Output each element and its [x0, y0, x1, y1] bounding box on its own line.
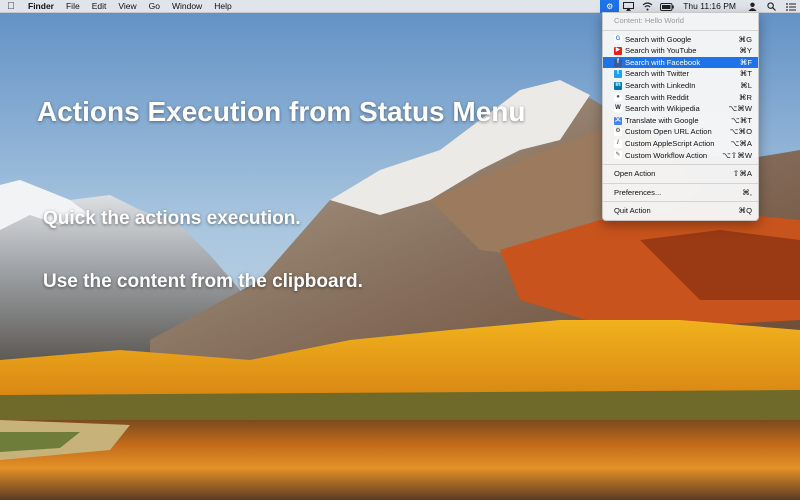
wikipedia-icon: W	[614, 104, 622, 113]
menu-window[interactable]: Window	[166, 0, 208, 13]
menu-file[interactable]: File	[60, 0, 86, 13]
clipboard-content-label: Content: Hello World	[614, 16, 684, 25]
menu-item-label: Search with YouTube	[625, 46, 697, 56]
menu-item-shortcut: ⌥⌘W	[728, 104, 752, 114]
menu-item-shortcut: ⌥⌘A	[730, 138, 752, 148]
applescript-icon: /	[614, 139, 622, 148]
menu-item-applescript[interactable]: / Custom AppleScript Action ⌥⌘A	[603, 138, 758, 150]
menu-item-shortcut: ⌘L	[740, 80, 752, 90]
linkedin-icon: in	[614, 81, 622, 90]
headline: Actions Execution from Status Menu	[37, 96, 526, 127]
menu-item-label: Custom AppleScript Action	[625, 138, 715, 148]
menu-finder[interactable]: Finder	[22, 0, 60, 13]
menu-item-facebook[interactable]: f Search with Facebook ⌘F	[603, 56, 758, 69]
menu-separator	[603, 29, 758, 31]
apple-icon[interactable]: 	[0, 0, 22, 13]
preferences-item[interactable]: Preferences... ⌘,	[603, 187, 758, 199]
open-action-item[interactable]: Open Action ⇧⌘A	[603, 168, 758, 180]
menu-item-shortcut: ⌘Y	[739, 46, 752, 56]
menu-item-shortcut: ⌘G	[738, 34, 752, 44]
action-list: G Search with Google ⌘G ▶ Search with YouTub…	[603, 34, 758, 162]
menu-item-twitter[interactable]: t Search with Twitter ⌘T	[603, 68, 758, 80]
menu-item-shortcut: ⌘F	[739, 57, 752, 67]
menu-item-automator[interactable]: ✎ Custom Workflow Action ⌥⇧⌘W	[603, 150, 758, 162]
menu-item-youtube[interactable]: ▶ Search with YouTube ⌘Y	[603, 45, 758, 57]
menu-item-gear[interactable]: ⚙ Custom Open URL Action ⌥⌘O	[603, 126, 758, 138]
menu-separator	[603, 201, 758, 203]
menu-go[interactable]: Go	[143, 0, 166, 13]
menu-view[interactable]: View	[112, 0, 142, 13]
menu-item-linkedin[interactable]: in Search with LinkedIn ⌘L	[603, 80, 758, 92]
menu-item-shortcut: ⌘T	[739, 69, 752, 79]
menu-item-label: Search with LinkedIn	[625, 80, 696, 90]
menu-item-google[interactable]: G Search with Google ⌘G	[603, 34, 758, 46]
menu-separator	[603, 182, 758, 184]
google-icon: G	[614, 35, 622, 44]
menu-item-label: Search with Twitter	[625, 69, 690, 79]
menu-item-wikipedia[interactable]: W Search with Wikipedia ⌥⌘W	[603, 103, 758, 115]
quit-action-item[interactable]: Quit Action ⌘Q	[603, 205, 758, 217]
menu-separator	[603, 164, 758, 166]
youtube-icon: ▶	[614, 46, 622, 55]
menu-item-shortcut: ⌘R	[738, 92, 752, 102]
menu-item-label: Search with Facebook	[625, 57, 701, 67]
menu-item-google-translate[interactable]: 文 Translate with Google ⌥⌘T	[603, 115, 758, 127]
notification-center-icon[interactable]	[781, 0, 800, 13]
menu-edit[interactable]: Edit	[86, 0, 113, 13]
feature-text-2: Use the content from the clipboard.	[43, 271, 363, 292]
twitter-icon: t	[614, 70, 622, 79]
feature-text-1: Quick the actions execution.	[43, 208, 301, 229]
menu-item-shortcut: ⌥⌘T	[731, 115, 752, 125]
menu-help[interactable]: Help	[208, 0, 237, 13]
menu-item-label: Search with Google	[625, 34, 692, 44]
status-menu-dropdown: Content: Hello World G Search with Google…	[602, 12, 759, 221]
google-translate-icon: 文	[614, 116, 622, 125]
menu-item-shortcut: ⌥⌘O	[729, 127, 752, 137]
menu-item-label: Search with Wikipedia	[625, 104, 700, 114]
facebook-icon: f	[614, 58, 622, 67]
automator-icon: ✎	[614, 151, 622, 160]
gear-icon: ⚙	[614, 128, 622, 137]
menu-item-label: Translate with Google	[625, 115, 699, 125]
reddit-icon: ●	[614, 93, 622, 102]
menu-item-label: Custom Open URL Action	[625, 127, 712, 137]
spotlight-icon[interactable]	[762, 0, 781, 13]
menu-item-shortcut: ⌥⇧⌘W	[722, 150, 752, 160]
menu-item-label: Search with Reddit	[625, 92, 689, 102]
menu-item-reddit[interactable]: ● Search with Reddit ⌘R	[603, 92, 758, 104]
menu-item-label: Custom Workflow Action	[625, 150, 708, 160]
